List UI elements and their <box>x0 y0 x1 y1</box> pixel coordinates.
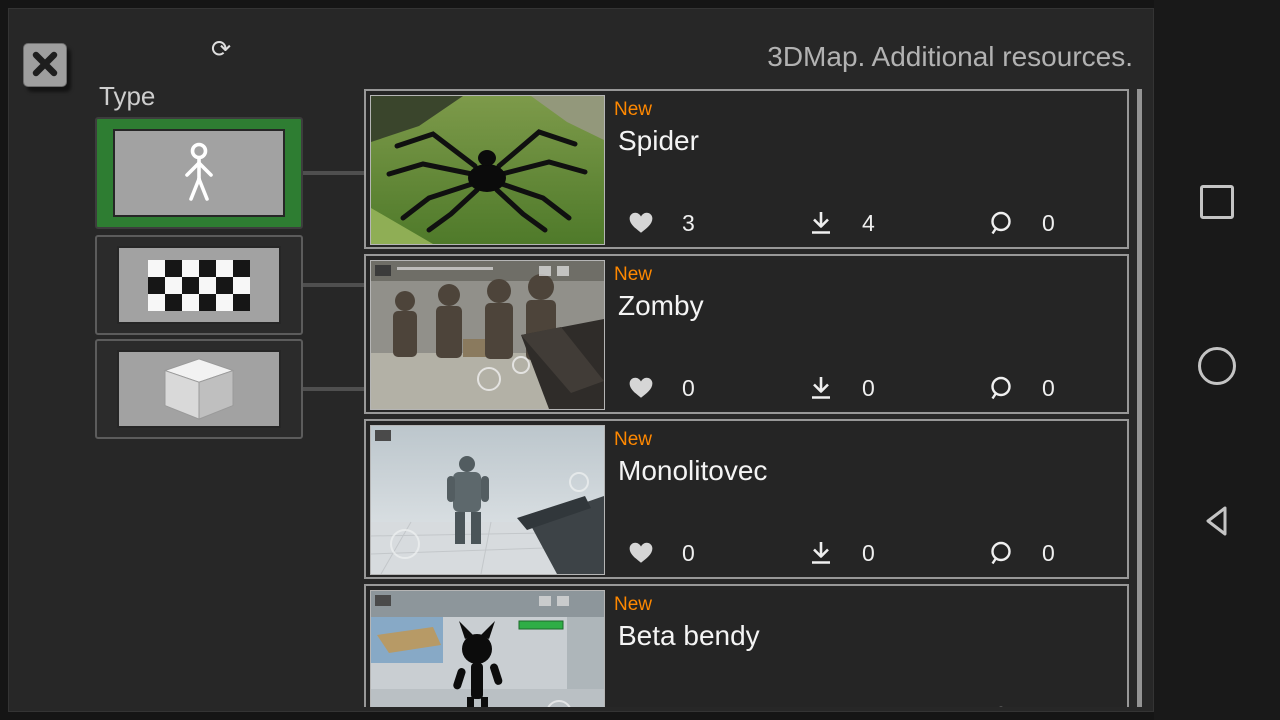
comments-stat: 0 <box>970 540 1148 567</box>
comments-count: 0 <box>1042 539 1055 566</box>
likes-count: 0 <box>682 374 695 401</box>
back-triangle-icon <box>1201 504 1233 541</box>
heart-icon <box>628 376 654 400</box>
type-button-textures[interactable] <box>95 235 303 335</box>
heart-icon <box>628 706 654 707</box>
likes-count: 3 <box>682 209 695 236</box>
new-badge: New <box>614 264 653 285</box>
resource-card[interactable]: New Beta bendy <box>364 584 1129 707</box>
resource-thumbnail <box>370 425 605 575</box>
comments-stat: 0 <box>970 210 1148 237</box>
resource-thumbnail <box>370 260 605 410</box>
close-x-icon <box>30 49 60 82</box>
comments-count: 0 <box>1042 374 1055 401</box>
new-badge: New <box>614 429 653 450</box>
back-button[interactable] <box>1154 492 1280 552</box>
heart-icon <box>628 541 654 565</box>
downloads-stat: 0 <box>790 375 970 402</box>
close-button[interactable] <box>23 43 67 87</box>
download-icon <box>808 210 834 236</box>
downloads-stat: 0 <box>790 540 970 567</box>
resource-thumbnail <box>370 95 605 245</box>
comment-icon <box>988 540 1014 566</box>
app-root: ⟳ 3DMap. Additional resources. Type New … <box>0 0 1280 720</box>
spider-thumbnail-art <box>371 96 604 244</box>
downloads-count: 4 <box>862 209 875 236</box>
download-icon <box>808 540 834 566</box>
recents-square-icon <box>1200 185 1234 219</box>
type-label: Type <box>99 81 156 111</box>
resource-title: Spider <box>618 125 699 156</box>
download-icon <box>808 375 834 401</box>
resource-stats <box>610 702 1148 707</box>
resource-title: Beta bendy <box>618 620 760 651</box>
type-button-objects[interactable] <box>95 339 303 439</box>
likes-stat: 0 <box>610 375 790 402</box>
type-button-characters[interactable] <box>95 117 303 229</box>
scrollbar[interactable] <box>1137 89 1142 707</box>
bendy-thumbnail-art <box>371 591 604 707</box>
connector-line-objects <box>303 387 364 391</box>
resource-stats: 0 0 0 <box>610 537 1148 569</box>
downloads-count: 0 <box>862 374 875 401</box>
new-badge: New <box>614 594 653 615</box>
resource-thumbnail <box>370 590 605 707</box>
home-circle-icon <box>1198 347 1236 385</box>
page-title: 3DMap. Additional resources. <box>767 41 1133 72</box>
resources-panel: ⟳ 3DMap. Additional resources. Type New … <box>8 8 1154 712</box>
resource-stats: 0 0 0 <box>610 372 1148 404</box>
comment-icon <box>988 375 1014 401</box>
comment-icon <box>988 705 1014 707</box>
comments-stat <box>970 705 1148 707</box>
comment-icon <box>988 210 1014 236</box>
resource-card[interactable]: New Spider 3 4 0 <box>364 89 1129 249</box>
resource-title: Monolitovec <box>618 455 768 486</box>
comments-count: 0 <box>1042 209 1055 236</box>
likes-stat: 3 <box>610 210 790 237</box>
resource-card[interactable]: New Zomby 0 0 0 <box>364 254 1129 414</box>
downloads-count: 0 <box>862 539 875 566</box>
likes-stat: 0 <box>610 540 790 567</box>
recents-button[interactable] <box>1154 172 1280 232</box>
resource-stats: 3 4 0 <box>610 207 1148 239</box>
connector-line-textures <box>303 283 364 287</box>
likes-count: 0 <box>682 539 695 566</box>
connector-line-characters <box>303 171 364 175</box>
person-icon <box>113 129 285 217</box>
home-button[interactable] <box>1154 336 1280 396</box>
heart-icon <box>628 211 654 235</box>
refresh-icon[interactable]: ⟳ <box>211 35 231 64</box>
resource-cards-container: New Spider 3 4 0 New Zomby 0 0 0 New Mon… <box>364 89 1148 707</box>
resource-card[interactable]: New Monolitovec 0 0 0 <box>364 419 1129 579</box>
new-badge: New <box>614 99 653 120</box>
zombie-thumbnail-art <box>371 261 604 409</box>
resource-title: Zomby <box>618 290 704 321</box>
downloads-stat: 4 <box>790 210 970 237</box>
likes-stat <box>610 706 790 707</box>
checkerboard-icon <box>117 246 281 324</box>
soldier-thumbnail-art <box>371 426 604 574</box>
comments-stat: 0 <box>970 375 1148 402</box>
resource-list: New Spider 3 4 0 New Zomby 0 0 0 New Mon… <box>364 89 1148 707</box>
download-icon <box>808 705 834 707</box>
android-navbar <box>1154 0 1280 720</box>
downloads-stat <box>790 705 970 707</box>
cube-icon <box>117 350 281 428</box>
